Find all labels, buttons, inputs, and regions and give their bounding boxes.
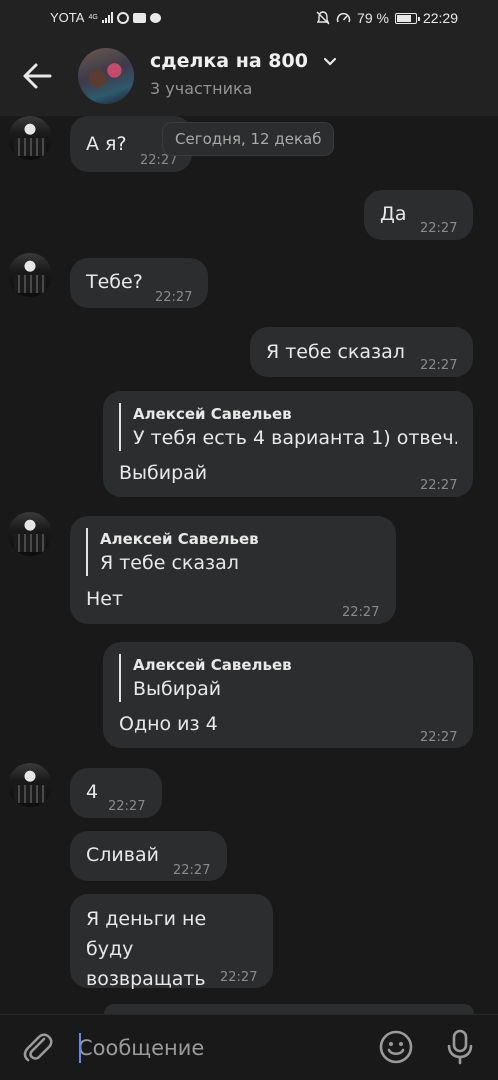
message-bubble-incoming-reply[interactable]: Алексей Савельев Я тебе сказал Нет 22:27 bbox=[70, 516, 396, 624]
chat-members-count: 3 участника bbox=[150, 79, 253, 98]
message-time: 22:27 bbox=[420, 221, 458, 236]
message-status-icon bbox=[132, 12, 146, 23]
message-bubble-outgoing-reply[interactable]: Алексей Савельев Выбирай Одно из 4 22:27 bbox=[103, 642, 473, 748]
message-time: 22:27 bbox=[220, 970, 258, 985]
message-time: 22:27 bbox=[420, 730, 458, 745]
status-left: YOTA 4G bbox=[50, 10, 161, 25]
message-bubble-incoming[interactable]: Сливай 22:27 bbox=[70, 831, 227, 881]
sender-avatar[interactable] bbox=[8, 512, 52, 556]
message-bubble-outgoing[interactable]: Да 22:27 bbox=[364, 190, 473, 240]
message-text: А я? bbox=[86, 133, 127, 155]
message-bubble-incoming[interactable]: Тебе? 22:27 bbox=[70, 258, 208, 308]
message-time: 22:27 bbox=[342, 605, 380, 620]
message-text: Сливай bbox=[86, 844, 159, 866]
battery-percent: 79 % bbox=[357, 10, 389, 26]
quote-author: Алексей Савельев bbox=[133, 405, 292, 423]
speed-icon bbox=[336, 12, 351, 23]
chat-status-icon bbox=[149, 12, 161, 23]
voice-message-button[interactable] bbox=[443, 1029, 477, 1065]
message-input[interactable] bbox=[78, 1031, 358, 1065]
paperclip-icon bbox=[23, 1033, 53, 1062]
message-time: 22:27 bbox=[173, 863, 211, 878]
message-text: Нет bbox=[86, 588, 124, 610]
message-text: 4 bbox=[86, 781, 99, 803]
microphone-icon bbox=[447, 1029, 473, 1065]
quote-author: Алексей Савельев bbox=[100, 530, 259, 548]
battery-icon bbox=[394, 12, 420, 24]
quote-text: Я тебе сказал bbox=[100, 552, 239, 574]
message-text: Да bbox=[380, 203, 407, 225]
network-type: 4G bbox=[88, 14, 98, 21]
clock: 22:29 bbox=[422, 10, 458, 26]
message-text: Я тебе сказал bbox=[266, 341, 405, 363]
quote-text: Выбирай bbox=[133, 678, 222, 700]
message-bubble-outgoing-reply[interactable]: Алексей Савельев У тебя есть 4 варианта … bbox=[103, 391, 473, 497]
search-status-icon bbox=[116, 11, 129, 24]
message-composer bbox=[0, 1014, 498, 1080]
reply-quote[interactable]: Алексей Савельев У тебя есть 4 варианта … bbox=[119, 403, 457, 451]
carrier-label: YOTA bbox=[50, 10, 85, 25]
date-divider: Сегодня, 12 декаб bbox=[162, 122, 335, 156]
message-text: Одно из 4 bbox=[119, 713, 218, 735]
message-bubble-outgoing[interactable]: Я тебе сказал 22:27 bbox=[250, 327, 473, 377]
sender-avatar[interactable] bbox=[8, 253, 52, 297]
status-bar: YOTA 4G 79 % 22:29 bbox=[0, 0, 498, 36]
quote-author: Алексей Савельев bbox=[133, 656, 292, 674]
message-time: 22:27 bbox=[420, 358, 458, 373]
message-time: 22:27 bbox=[420, 478, 458, 493]
chat-header: сделка на 800 3 участника bbox=[0, 36, 498, 116]
reply-quote[interactable]: Алексей Савельев Выбирай bbox=[119, 654, 457, 702]
text-cursor bbox=[79, 1033, 81, 1063]
message-text: Тебе? bbox=[86, 271, 143, 293]
quote-text: У тебя есть 4 варианта 1) отвеч... bbox=[133, 427, 457, 449]
chevron-down-icon bbox=[323, 57, 336, 66]
message-time: 22:27 bbox=[155, 290, 193, 305]
back-arrow-icon bbox=[23, 63, 52, 89]
chat-title[interactable]: сделка на 800 bbox=[150, 50, 337, 72]
message-bubble-incoming[interactable]: Я деньги не буду возвращать 22:27 bbox=[70, 894, 273, 990]
message-bubble-incoming[interactable]: 4 22:27 bbox=[70, 768, 162, 818]
sender-avatar[interactable] bbox=[8, 763, 52, 807]
status-right: 79 % 22:29 bbox=[316, 10, 458, 26]
chat-avatar[interactable] bbox=[78, 48, 134, 104]
message-time: 22:27 bbox=[108, 799, 146, 814]
message-text: Выбирай bbox=[119, 462, 208, 484]
smiley-icon bbox=[379, 1030, 413, 1064]
reply-quote[interactable]: Алексей Савельев Я тебе сказал bbox=[86, 528, 380, 576]
mute-icon bbox=[316, 11, 330, 25]
chat-title-text: сделка на 800 bbox=[150, 50, 308, 72]
emoji-button[interactable] bbox=[378, 1029, 414, 1065]
attach-button[interactable] bbox=[22, 1031, 56, 1065]
sender-avatar[interactable] bbox=[8, 116, 52, 160]
back-button[interactable] bbox=[22, 62, 52, 90]
signal-icon bbox=[101, 12, 113, 23]
